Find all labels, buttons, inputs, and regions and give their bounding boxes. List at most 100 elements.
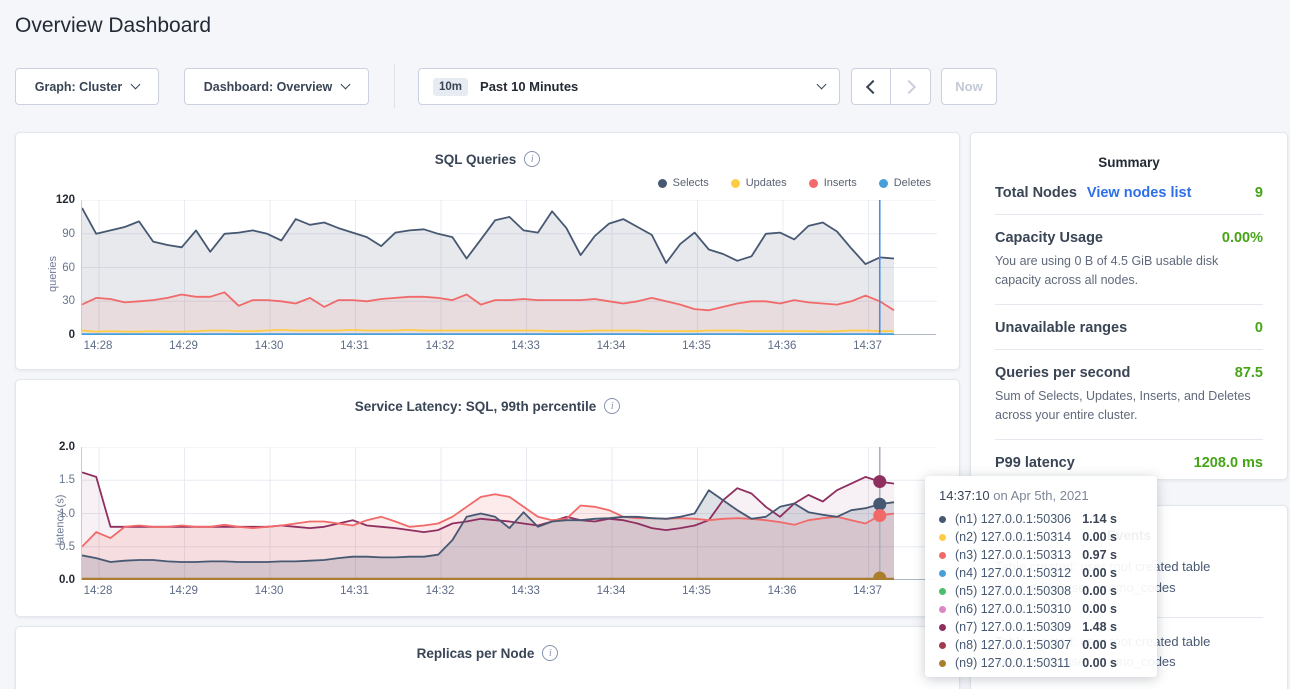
tooltip-timestamp: 14:37:10 on Apr 5th, 2021 — [939, 488, 1143, 503]
x-axis-tick: 14:34 — [597, 340, 626, 352]
tooltip-node-row: (n3) 127.0.0.1:503130.97 s — [939, 546, 1143, 564]
node-color-dot-icon — [939, 588, 946, 595]
chart-title: Service Latency: SQL, 99th percentile — [355, 399, 597, 414]
graph-dropdown[interactable]: Graph: Cluster — [15, 68, 159, 105]
view-nodes-list-link[interactable]: View nodes list — [1087, 185, 1192, 201]
node-color-dot-icon — [939, 552, 946, 559]
y-axis-tick: 90 — [62, 228, 75, 240]
chevron-down-icon — [341, 80, 351, 90]
summary-panel: Summary Total NodesView nodes list9Capac… — [970, 132, 1288, 480]
legend-dot-icon — [809, 179, 818, 188]
x-axis-tick: 14:36 — [768, 340, 797, 352]
now-button-label: Now — [955, 79, 982, 94]
y-axis-tick: 30 — [62, 295, 75, 307]
replicas-chart-card: Replicas per Node i — [15, 626, 960, 689]
node-latency-value: 0.00 s — [1082, 566, 1143, 580]
node-address: (n3) 127.0.0.1:50313 — [955, 548, 1071, 562]
summary-label: P99 latency — [995, 455, 1075, 471]
y-axis-tick: 2.0 — [59, 441, 75, 453]
x-axis-tick: 14:31 — [340, 340, 369, 352]
x-axis-tick: 14:35 — [682, 340, 711, 352]
summary-row: Unavailable ranges0 — [995, 305, 1263, 350]
node-color-dot-icon — [939, 606, 946, 613]
node-latency-value: 1.14 s — [1082, 512, 1143, 526]
x-axis-tick: 14:30 — [255, 340, 284, 352]
node-latency-value: 1.48 s — [1082, 620, 1143, 634]
x-axis-tick: 14:33 — [511, 340, 540, 352]
node-address: (n4) 127.0.0.1:50312 — [955, 566, 1071, 580]
legend-dot-icon — [731, 179, 740, 188]
node-address: (n9) 127.0.0.1:50311 — [955, 656, 1070, 670]
dashboard-dropdown[interactable]: Dashboard: Overview — [184, 68, 369, 105]
legend-item: Updates — [731, 177, 787, 189]
x-axis-tick: 14:35 — [682, 585, 711, 597]
y-axis-tick: 0 — [69, 329, 75, 341]
legend-item: Inserts — [809, 177, 857, 189]
sql-queries-chart-card: SQL Queries i Selects Updates Inserts Delet… — [15, 132, 960, 370]
tooltip-node-row: (n6) 127.0.0.1:50310 0.00 s — [939, 600, 1143, 618]
node-color-dot-icon — [939, 570, 946, 577]
y-axis-tick: 0.0 — [59, 574, 75, 586]
time-range-label: Past 10 Minutes — [480, 79, 808, 94]
summary-description: You are using 0 B of 4.5 GiB usable disk… — [995, 252, 1263, 291]
graph-dropdown-label: Graph: Cluster — [35, 80, 123, 94]
node-color-dot-icon — [939, 624, 946, 631]
summary-value: 0 — [1255, 320, 1263, 336]
node-address: (n2) 127.0.0.1:50314 — [955, 530, 1071, 544]
node-latency-value: 0.00 s — [1082, 584, 1143, 598]
x-axis-tick: 14:29 — [169, 340, 198, 352]
node-color-dot-icon — [939, 660, 946, 667]
info-icon[interactable]: i — [604, 398, 620, 414]
summary-label: Capacity Usage — [995, 230, 1103, 246]
y-axis-tick: 120 — [56, 194, 75, 206]
chart-plot[interactable]: 030609012014:2814:2914:3014:3114:3214:33… — [81, 200, 936, 335]
x-axis-tick: 14:37 — [853, 340, 882, 352]
time-range-picker[interactable]: 10m Past 10 Minutes — [418, 68, 840, 105]
node-color-dot-icon — [939, 516, 946, 523]
summary-description: Sum of Selects, Updates, Inserts, and De… — [995, 387, 1263, 426]
chevron-left-icon — [866, 79, 880, 93]
y-axis-label: latency (s) — [54, 494, 66, 545]
node-address: (n5) 127.0.0.1:50308 — [955, 584, 1071, 598]
summary-label: Queries per second — [995, 365, 1130, 381]
time-next-button[interactable] — [891, 68, 931, 105]
chart-legend: Selects Updates Inserts Deletes — [658, 177, 931, 189]
info-icon[interactable]: i — [524, 151, 540, 167]
summary-value: 87.5 — [1235, 365, 1263, 381]
legend-dot-icon — [658, 179, 667, 188]
node-latency-value: 0.00 s — [1082, 656, 1143, 670]
x-axis-tick: 14:31 — [340, 585, 369, 597]
tooltip-node-row: (n2) 127.0.0.1:503140.00 s — [939, 528, 1143, 546]
x-axis-tick: 14:36 — [768, 585, 797, 597]
node-latency-value: 0.00 s — [1082, 638, 1143, 652]
x-axis-tick: 14:30 — [255, 585, 284, 597]
toolbar-divider — [394, 64, 395, 108]
summary-label: Total Nodes — [995, 185, 1077, 201]
node-latency-value: 0.00 s — [1082, 602, 1143, 616]
legend-item: Deletes — [879, 177, 931, 189]
summary-value: 0.00% — [1222, 230, 1263, 246]
chart-title: SQL Queries — [435, 152, 517, 167]
summary-value: 9 — [1255, 185, 1263, 201]
chart-title: Replicas per Node — [417, 646, 535, 661]
summary-row: Capacity Usage 0.00% You are using 0 B of … — [995, 215, 1263, 305]
now-button[interactable]: Now — [941, 68, 997, 105]
chevron-right-icon — [901, 79, 915, 93]
latency-chart-card: Service Latency: SQL, 99th percentile i … — [15, 379, 960, 617]
chart-plot[interactable]: 0.00.51.01.52.014:2814:2914:3014:3114:32… — [81, 447, 936, 580]
x-axis-tick: 14:37 — [853, 585, 882, 597]
node-address: (n1) 127.0.0.1:50306 — [955, 512, 1071, 526]
x-axis-tick: 14:32 — [426, 340, 455, 352]
time-prev-button[interactable] — [851, 68, 891, 105]
legend-item: Selects — [658, 177, 709, 189]
node-address: (n6) 127.0.0.1:50310 — [955, 602, 1071, 616]
node-color-dot-icon — [939, 534, 946, 541]
tooltip-node-row: (n5) 127.0.0.1:50308 0.00 s — [939, 582, 1143, 600]
x-axis-tick: 14:28 — [84, 585, 113, 597]
tooltip-node-row: (n9) 127.0.0.1:50311 0.00 s — [939, 654, 1143, 672]
info-icon[interactable]: i — [542, 645, 558, 661]
summary-value: 1208.0 ms — [1194, 455, 1263, 471]
tooltip-node-row: (n7) 127.0.0.1:503091.48 s — [939, 618, 1143, 636]
x-axis-tick: 14:33 — [511, 585, 540, 597]
page-title: Overview Dashboard — [15, 14, 211, 38]
